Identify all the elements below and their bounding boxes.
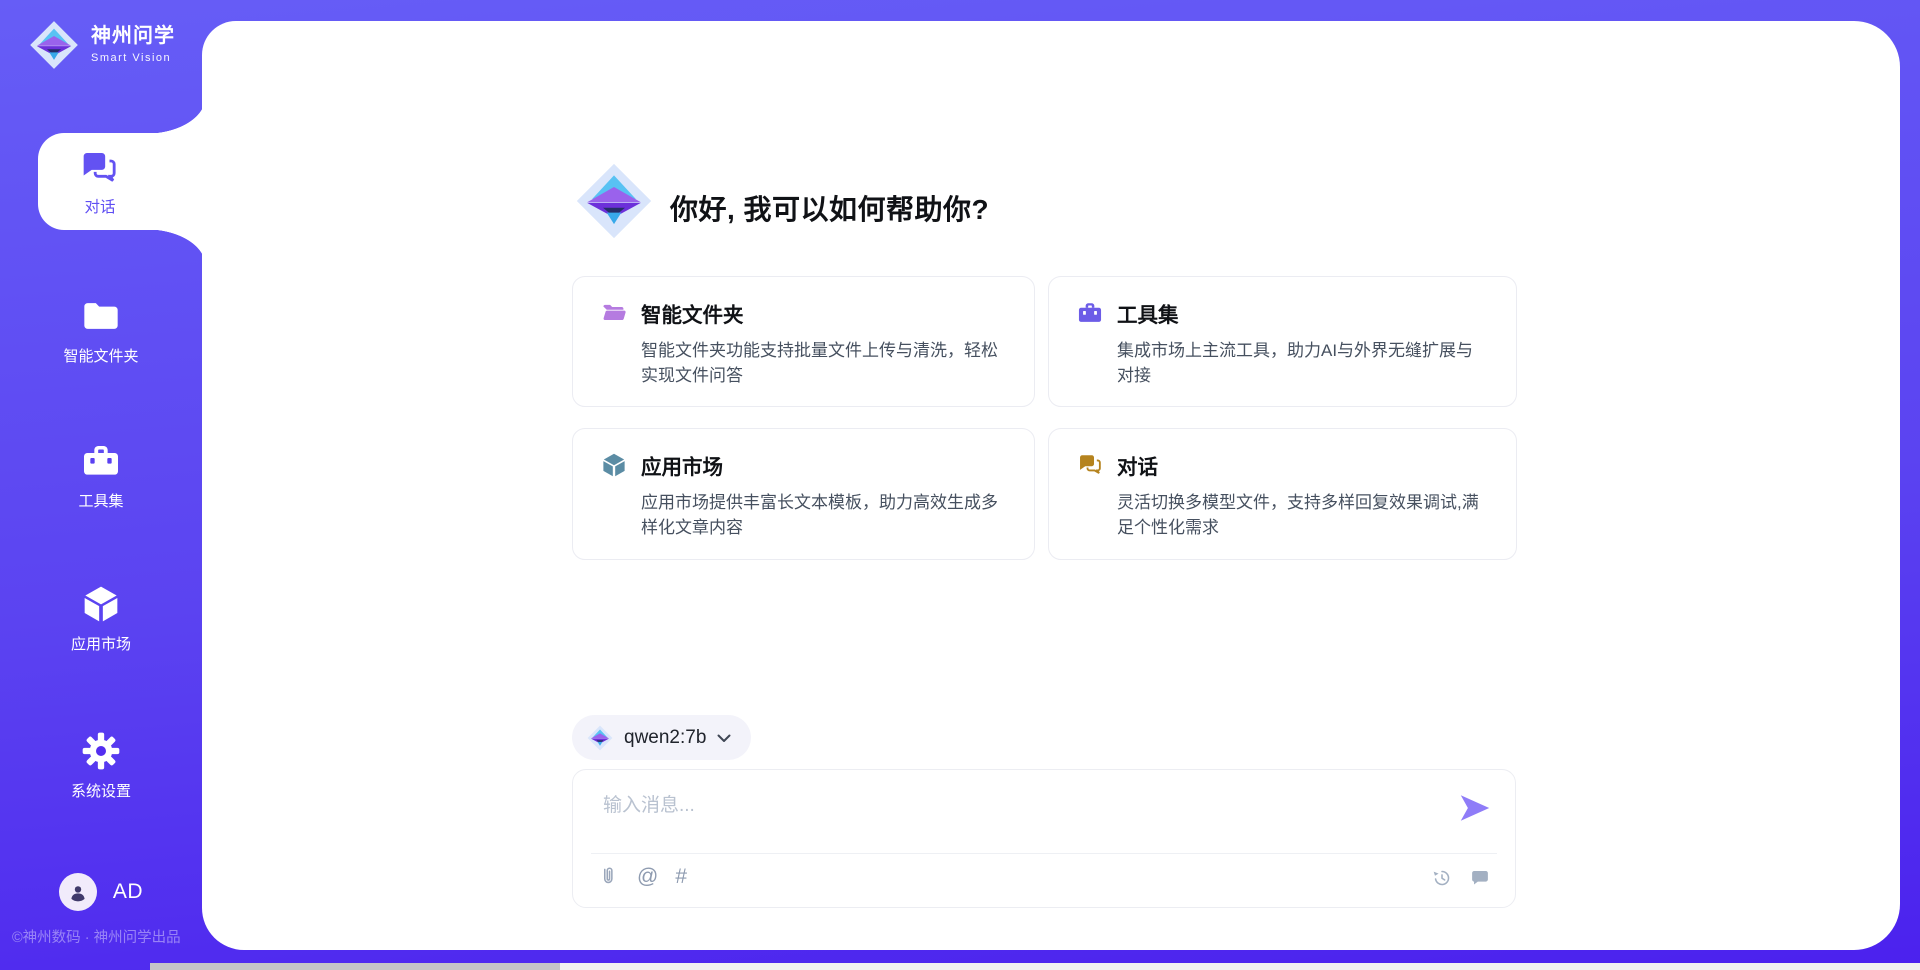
model-selector[interactable]: qwen2:7b [572,715,751,760]
chat-icon [1077,452,1103,478]
cube-icon [81,584,121,624]
toolbox-icon [1077,300,1103,326]
scrollbar-thumb[interactable] [150,963,560,970]
sidebar-item-app-market[interactable]: 应用市场 [0,584,202,654]
sidebar-item-label: 对话 [38,195,162,217]
paperclip-icon[interactable] [597,865,620,888]
composer-tools-left: @ # [597,865,687,888]
sidebar-item-label: 工具集 [78,490,123,511]
sidebar-item-chat[interactable]: 对话 [38,133,208,230]
sidebar-item-toolset[interactable]: 工具集 [0,441,202,511]
sidebar-item-label: 系统设置 [71,780,131,801]
sidebar-item-smart-folder[interactable]: 智能文件夹 [0,296,202,366]
app-root: { "brand": { "name": "神州问学", "subtitle":… [0,0,1920,970]
card-title: 应用市场 [641,450,723,480]
message-input[interactable] [601,784,1425,828]
send-button[interactable] [1457,790,1493,826]
greeting-logo-icon [575,162,653,240]
sidebar-item-settings[interactable]: 系统设置 [0,731,202,801]
card-description: 应用市场提供丰富长文本模板，助力高效生成多样化文章内容 [641,491,1008,540]
toolbox-icon [81,441,121,481]
tab-fillet-bottom [146,229,206,266]
mention-icon[interactable]: @ [637,866,658,887]
greeting-title: 你好, 我可以如何帮助你? [670,188,989,228]
person-icon [67,881,89,903]
feature-card-chat[interactable]: 对话 灵活切换多模型文件，支持多样回复效果调试,满足个性化需求 [1048,428,1517,559]
card-description: 集成市场上主流工具，助力AI与外界无缝扩展与对接 [1117,339,1490,388]
brand-name: 神州问学 [91,26,175,46]
tab-fillet-top [146,97,206,134]
sidebar-item-label: 智能文件夹 [63,345,138,366]
card-title: 智能文件夹 [641,298,744,328]
send-icon [1457,790,1493,826]
card-title: 对话 [1117,450,1158,480]
model-logo-icon [587,725,613,751]
card-description: 灵活切换多模型文件，支持多样回复效果调试,满足个性化需求 [1117,491,1490,540]
feature-card-smart-folder[interactable]: 智能文件夹 智能文件夹功能支持批量文件上传与清洗，轻松实现文件问答 [572,276,1035,407]
user-initials: AD [113,880,143,904]
brand: 神州问学 Smart Vision [29,18,175,72]
hash-icon[interactable]: # [675,866,687,887]
card-head: 对话 [1077,450,1490,480]
brand-logo-icon [29,18,79,72]
horizontal-scrollbar [150,963,1920,970]
gear-icon [81,731,121,771]
chevron-down-icon [717,734,731,743]
folder-icon [81,296,121,336]
user-profile[interactable]: AD [0,873,202,911]
chat-bubble-icon[interactable] [1469,867,1491,889]
composer-divider [591,853,1497,854]
composer: @ # [572,769,1516,908]
model-name: qwen2:7b [624,727,706,749]
card-head: 应用市场 [601,450,1008,480]
avatar [59,873,97,911]
card-description: 智能文件夹功能支持批量文件上传与清洗，轻松实现文件问答 [641,339,1008,388]
sidebar-item-label: 应用市场 [71,633,131,654]
feature-cards: 智能文件夹 智能文件夹功能支持批量文件上传与清洗，轻松实现文件问答 工具集 集成… [572,276,1517,560]
brand-subtitle: Smart Vision [91,52,175,64]
composer-tools-right [1431,867,1491,889]
chat-icon [79,148,119,188]
cube-icon [601,452,627,478]
history-icon[interactable] [1431,867,1453,889]
copyright-footer: ©神州数码 · 神州问学出品 [12,926,181,947]
folder-open-icon [601,300,627,326]
card-title: 工具集 [1117,298,1179,328]
feature-card-app-market[interactable]: 应用市场 应用市场提供丰富长文本模板，助力高效生成多样化文章内容 [572,428,1035,559]
card-head: 智能文件夹 [601,298,1008,328]
card-head: 工具集 [1077,298,1490,328]
feature-card-toolset[interactable]: 工具集 集成市场上主流工具，助力AI与外界无缝扩展与对接 [1048,276,1517,407]
